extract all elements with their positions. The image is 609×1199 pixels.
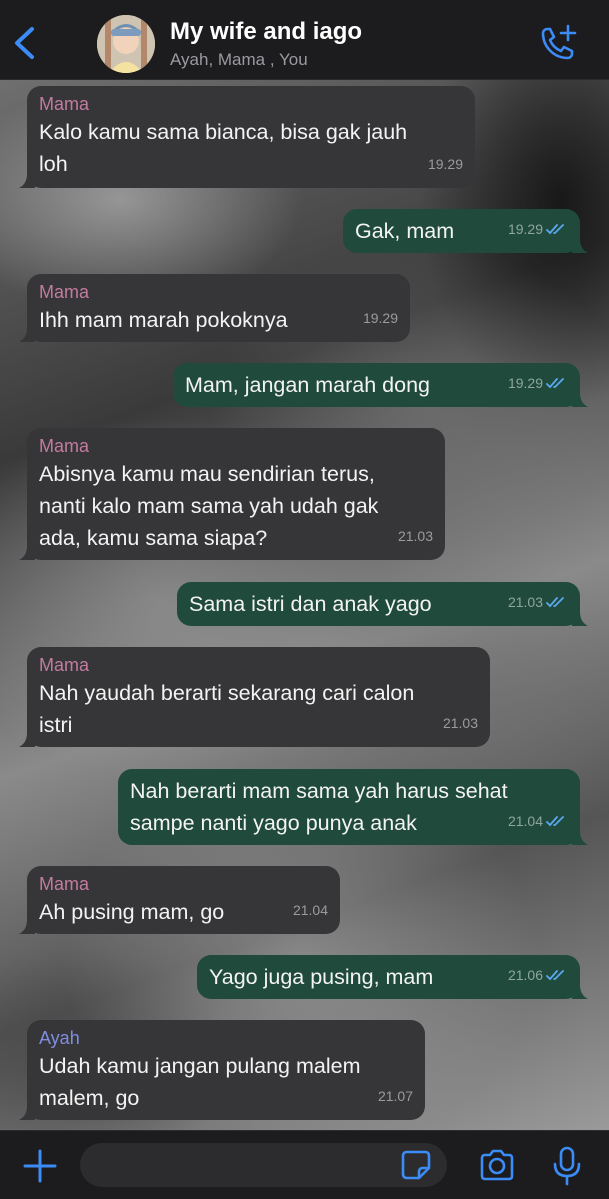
message-line: malem, go — [39, 1086, 140, 1110]
message-line: Abisnya kamu mau sendirian terus, — [39, 462, 375, 486]
sticker-icon[interactable] — [400, 1149, 432, 1181]
avatar-image — [97, 15, 155, 73]
message-bubble[interactable]: Mama Kalo kamu sama bianca, bisa gak jau… — [19, 86, 475, 188]
phone-plus-icon[interactable] — [536, 24, 578, 64]
double-check-icon — [546, 970, 564, 981]
message-line: istri — [39, 713, 73, 737]
double-check-icon — [546, 224, 564, 235]
bubble-tail — [572, 393, 588, 407]
message-time: 21.06 — [507, 967, 543, 983]
message-bubble[interactable]: Mama Ihh mam marah pokoknya 19.29 — [19, 274, 410, 342]
plus-icon[interactable] — [22, 1148, 58, 1184]
bubble-tail — [19, 328, 35, 342]
message-bubble[interactable]: Gak, mam 19.29 — [343, 209, 588, 253]
message-bubble[interactable]: Mama Ah pusing mam, go 21.04 — [19, 866, 340, 934]
bubble-tail — [572, 239, 588, 253]
sender-name: Mama — [39, 874, 90, 894]
double-check-icon — [546, 378, 564, 389]
message-input[interactable] — [80, 1143, 447, 1187]
message-time: 21.03 — [397, 528, 433, 544]
message-bubble[interactable]: Mam, jangan marah dong 19.29 — [173, 363, 588, 407]
message-line: Ah pusing mam, go — [39, 900, 225, 924]
message-time: 21.03 — [507, 594, 543, 610]
sender-name: Mama — [39, 282, 90, 302]
message-time: 19.29 — [507, 375, 543, 391]
bubble-tail — [572, 985, 588, 999]
message-time: 21.04 — [292, 902, 328, 918]
bubble-tail — [19, 733, 35, 747]
chat-title[interactable]: My wife and iago — [170, 18, 362, 46]
message-time: 19.29 — [427, 156, 463, 172]
message-line: Kalo kamu sama bianca, bisa gak jauh — [39, 120, 408, 144]
message-line: ada, kamu sama siapa? — [39, 526, 268, 550]
message-bubble[interactable]: Ayah Udah kamu jangan pulang malem malem… — [19, 1020, 425, 1120]
bubble-tail — [19, 920, 35, 934]
message-bubble[interactable]: Mama Abisnya kamu mau sendirian terus, n… — [19, 428, 445, 560]
message-time: 21.03 — [442, 715, 478, 731]
message-time: 21.04 — [507, 813, 543, 829]
message-bubble[interactable]: Yago juga pusing, mam 21.06 — [197, 955, 588, 999]
message-time: 21.07 — [377, 1088, 413, 1104]
message-time: 19.29 — [507, 221, 543, 237]
microphone-icon[interactable] — [552, 1146, 582, 1186]
sender-name: Mama — [39, 436, 90, 456]
message-bubble[interactable]: Nah berarti mam sama yah harus sehat sam… — [118, 769, 588, 845]
double-check-icon — [546, 816, 564, 827]
message-composer — [0, 1130, 609, 1199]
bubble-tail — [19, 546, 35, 560]
message-line: Ihh mam marah pokoknya — [39, 308, 288, 332]
message-time: 19.29 — [362, 310, 398, 326]
bubble-tail — [572, 831, 588, 845]
chat-participants[interactable]: Ayah, Mama , You — [170, 50, 308, 70]
message-bubble[interactable]: Sama istri dan anak yago 21.03 — [177, 582, 588, 626]
bubble-tail — [19, 174, 35, 188]
sender-name: Ayah — [39, 1028, 80, 1048]
sender-name: Mama — [39, 655, 90, 675]
camera-icon[interactable] — [478, 1148, 516, 1182]
chevron-left-icon[interactable] — [10, 26, 40, 60]
message-line: Udah kamu jangan pulang malem — [39, 1054, 361, 1078]
message-line: sampe nanti yago punya anak — [130, 811, 417, 835]
message-line: nanti kalo mam sama yah udah gak — [39, 494, 379, 518]
message-line: Nah yaudah berarti sekarang cari calon — [39, 681, 415, 705]
sender-name: Mama — [39, 94, 90, 114]
bubble-tail — [19, 1106, 35, 1120]
bubble-tail — [572, 612, 588, 626]
message-bubble[interactable]: Mama Nah yaudah berarti sekarang cari ca… — [19, 647, 490, 747]
message-line: loh — [39, 152, 68, 176]
double-check-icon — [546, 597, 564, 608]
message-line: Nah berarti mam sama yah harus sehat — [130, 779, 508, 803]
group-avatar[interactable] — [97, 15, 155, 73]
chat-header: My wife and iago Ayah, Mama , You — [0, 0, 609, 80]
